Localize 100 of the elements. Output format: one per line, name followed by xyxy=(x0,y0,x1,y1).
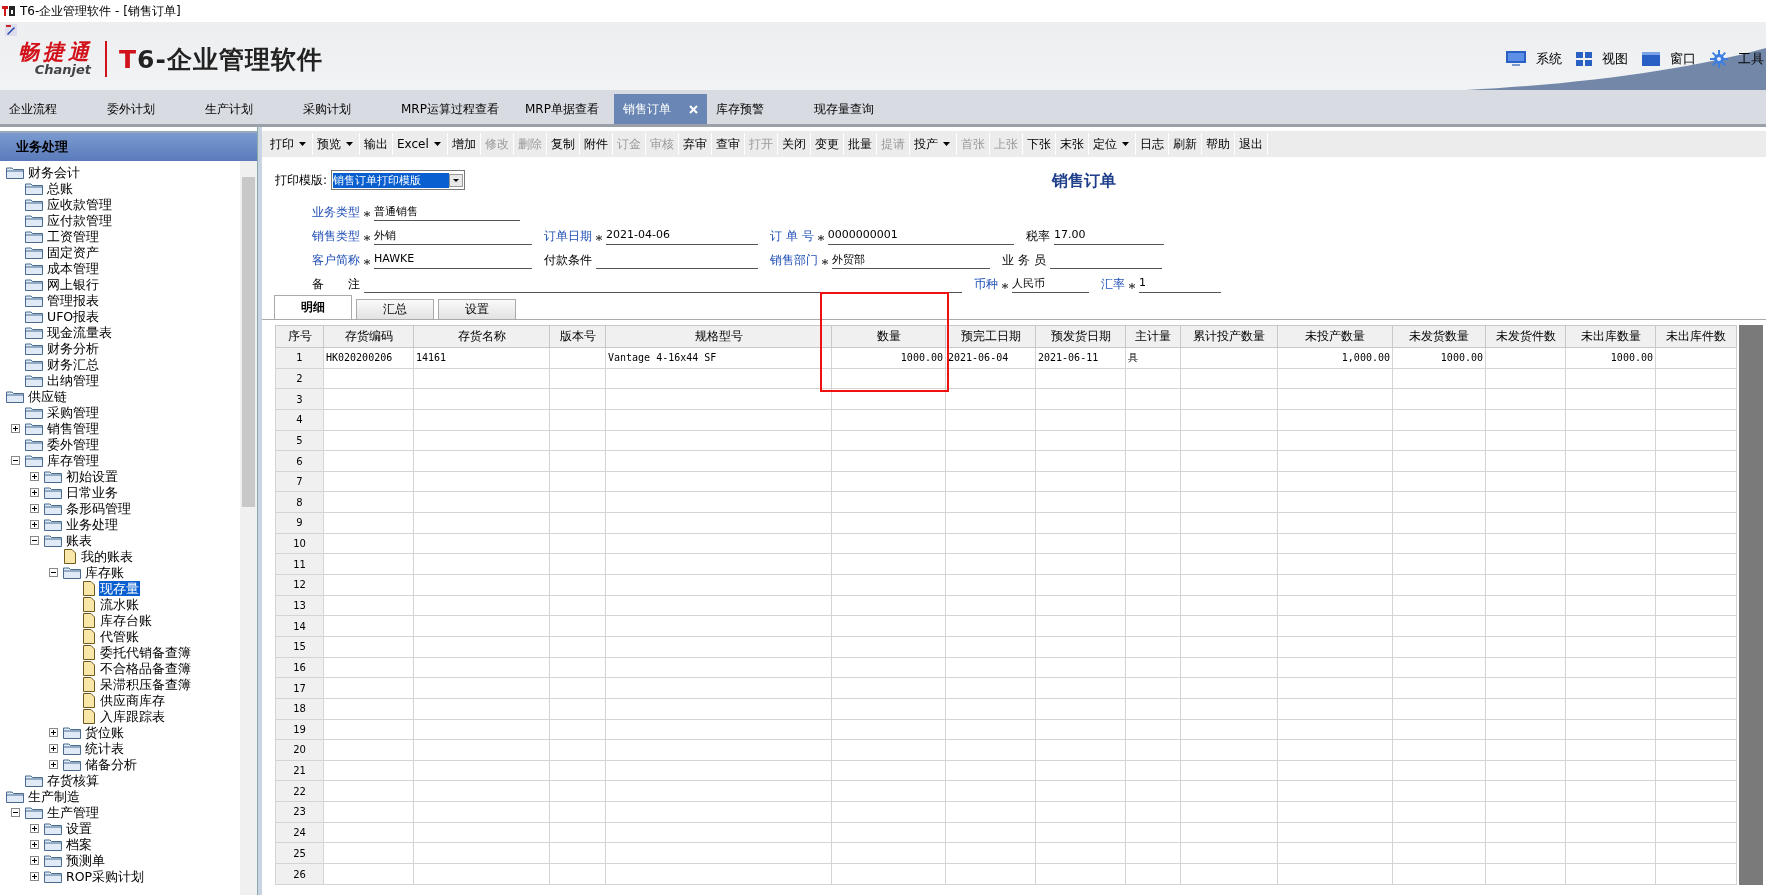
input-field[interactable]: HAWKE xyxy=(374,252,532,269)
toolbar-button[interactable]: 日志 xyxy=(1139,135,1164,153)
scrollbar[interactable] xyxy=(240,161,257,895)
tree-item[interactable]: 存货核算 xyxy=(46,772,100,788)
menu-item[interactable]: 视图 xyxy=(1602,50,1628,68)
toolbar-button[interactable]: 批量 xyxy=(847,135,872,153)
tree-item[interactable]: 呆滞积压备查簿 xyxy=(99,676,192,692)
expander-icon[interactable] xyxy=(49,727,58,737)
tab[interactable]: 销售订单 xyxy=(614,94,707,124)
column-header[interactable]: 规格型号 xyxy=(605,325,832,348)
tree-item[interactable]: 委外管理 xyxy=(46,436,100,452)
tree-item[interactable]: 现存量 xyxy=(99,580,140,596)
toolbar-button[interactable]: 输出 xyxy=(364,135,388,153)
expander-icon[interactable] xyxy=(30,839,39,849)
caret-icon[interactable] xyxy=(449,173,464,187)
input-field[interactable]: 外贸部 xyxy=(832,252,990,269)
caret-icon[interactable] xyxy=(1121,142,1129,146)
toolbar-button[interactable]: 定位 xyxy=(1092,135,1117,153)
toolbar-button[interactable]: 增加 xyxy=(451,135,476,153)
tree-item[interactable]: 生产管理 xyxy=(46,804,100,820)
close-icon[interactable] xyxy=(689,104,698,114)
tree-item[interactable]: 管理报表 xyxy=(46,292,100,308)
expander-icon[interactable] xyxy=(30,487,39,497)
tree-item[interactable]: ROP采购计划 xyxy=(65,868,146,884)
input-field[interactable]: 17.00 xyxy=(1054,228,1164,245)
tab[interactable]: 汇总 xyxy=(356,299,434,319)
pencil-icon[interactable] xyxy=(5,24,17,36)
tree-item[interactable]: 预测单 xyxy=(65,852,106,868)
tree-item[interactable]: 销售管理 xyxy=(46,420,100,436)
tree-item[interactable]: 业务处理 xyxy=(65,516,119,532)
menu-item[interactable]: 系统 xyxy=(1536,50,1562,68)
expander-icon[interactable] xyxy=(49,759,58,769)
tree-item[interactable]: UFO报表 xyxy=(46,308,101,324)
input-field[interactable]: 2021-04-06 xyxy=(606,228,758,245)
tab[interactable]: 委外计划 xyxy=(98,94,196,124)
expander-icon[interactable] xyxy=(30,503,39,513)
scrollbar[interactable] xyxy=(1739,325,1763,885)
caret-icon[interactable] xyxy=(299,142,306,146)
tree-item[interactable]: 我的账表 xyxy=(80,548,134,564)
expander-icon[interactable] xyxy=(49,567,58,577)
tree-item[interactable]: 不合格品备查簿 xyxy=(99,660,192,676)
tab[interactable]: MRP运算过程查看 xyxy=(392,94,516,124)
column-header[interactable]: 未出库件数 xyxy=(1655,325,1737,348)
tree-item[interactable]: 条形码管理 xyxy=(65,500,132,516)
tree-item[interactable]: 财务汇总 xyxy=(46,356,100,372)
input-field[interactable]: 外销 xyxy=(374,228,532,245)
menu-item[interactable]: 工具 xyxy=(1738,50,1764,68)
column-header[interactable]: 预完工日期 xyxy=(945,325,1036,348)
toolbar-button[interactable]: 帮助 xyxy=(1205,135,1230,153)
tree-item[interactable]: 入库跟踪表 xyxy=(99,708,166,724)
tree-item[interactable]: 成本管理 xyxy=(46,260,100,276)
expander-icon[interactable] xyxy=(11,455,20,465)
input-field[interactable]: 人民币 xyxy=(1012,276,1089,293)
expander-icon[interactable] xyxy=(30,855,39,865)
tree-item[interactable]: 应付款管理 xyxy=(46,212,113,228)
toolbar-button[interactable]: 预览 xyxy=(317,135,341,153)
column-header[interactable]: 数量 xyxy=(831,325,946,348)
tab[interactable]: 明细 xyxy=(274,295,352,319)
tree-item[interactable]: 生产制造 xyxy=(27,788,81,804)
tree-item[interactable]: 委托代销备查簿 xyxy=(99,644,192,660)
tree-item[interactable]: 网上银行 xyxy=(46,276,100,292)
toolbar-button[interactable]: 投产 xyxy=(913,135,938,153)
tree-item[interactable]: 现金流量表 xyxy=(46,324,113,340)
toolbar-button[interactable]: 下张 xyxy=(1026,135,1051,153)
toolbar-button[interactable]: 变更 xyxy=(814,135,839,153)
input-field[interactable]: 普通销售 xyxy=(374,204,520,221)
tree-item[interactable]: 统计表 xyxy=(84,740,125,756)
column-header[interactable]: 预发货日期 xyxy=(1035,325,1126,348)
tree-item[interactable]: 代管账 xyxy=(99,628,140,644)
column-header[interactable]: 未发货数量 xyxy=(1392,325,1486,348)
expander-icon[interactable] xyxy=(30,823,39,833)
tree-item[interactable]: 供应链 xyxy=(27,388,68,404)
column-header[interactable]: 未出库数量 xyxy=(1565,325,1656,348)
toolbar-button[interactable]: 关闭 xyxy=(781,135,806,153)
toolbar-button[interactable]: 附件 xyxy=(583,135,608,153)
expander-icon[interactable] xyxy=(30,871,39,881)
tree-item[interactable]: 库存台账 xyxy=(99,612,153,628)
tree-item[interactable]: 流水账 xyxy=(99,596,140,612)
tab[interactable]: 生产计划 xyxy=(196,94,294,124)
tree-item[interactable]: 固定资产 xyxy=(46,244,100,260)
toolbar-button[interactable]: 打印 xyxy=(270,135,294,153)
tab[interactable]: 采购计划 xyxy=(294,94,392,124)
tree-item[interactable]: 采购管理 xyxy=(46,404,100,420)
toolbar-button[interactable]: 退出 xyxy=(1238,135,1263,153)
input-field[interactable]: 1 xyxy=(1139,276,1221,293)
tree-item[interactable]: 财务会计 xyxy=(27,164,81,180)
column-header[interactable]: 版本号 xyxy=(549,325,606,348)
column-header[interactable]: 主计量 xyxy=(1125,325,1181,348)
tree-item[interactable]: 库存账 xyxy=(84,564,125,580)
tree-item[interactable]: 日常业务 xyxy=(65,484,119,500)
tree-item[interactable]: 应收款管理 xyxy=(46,196,113,212)
menu-item[interactable]: 窗口 xyxy=(1670,50,1696,68)
tree-item[interactable]: 财务分析 xyxy=(46,340,100,356)
column-header[interactable]: 存货编码 xyxy=(323,325,414,348)
expander-icon[interactable] xyxy=(30,519,39,529)
toolbar-button[interactable]: 弃审 xyxy=(682,135,707,153)
expander-icon[interactable] xyxy=(11,423,20,433)
caret-icon[interactable] xyxy=(942,142,950,146)
tree-item[interactable]: 货位账 xyxy=(84,724,125,740)
toolbar-button[interactable]: 查审 xyxy=(715,135,740,153)
